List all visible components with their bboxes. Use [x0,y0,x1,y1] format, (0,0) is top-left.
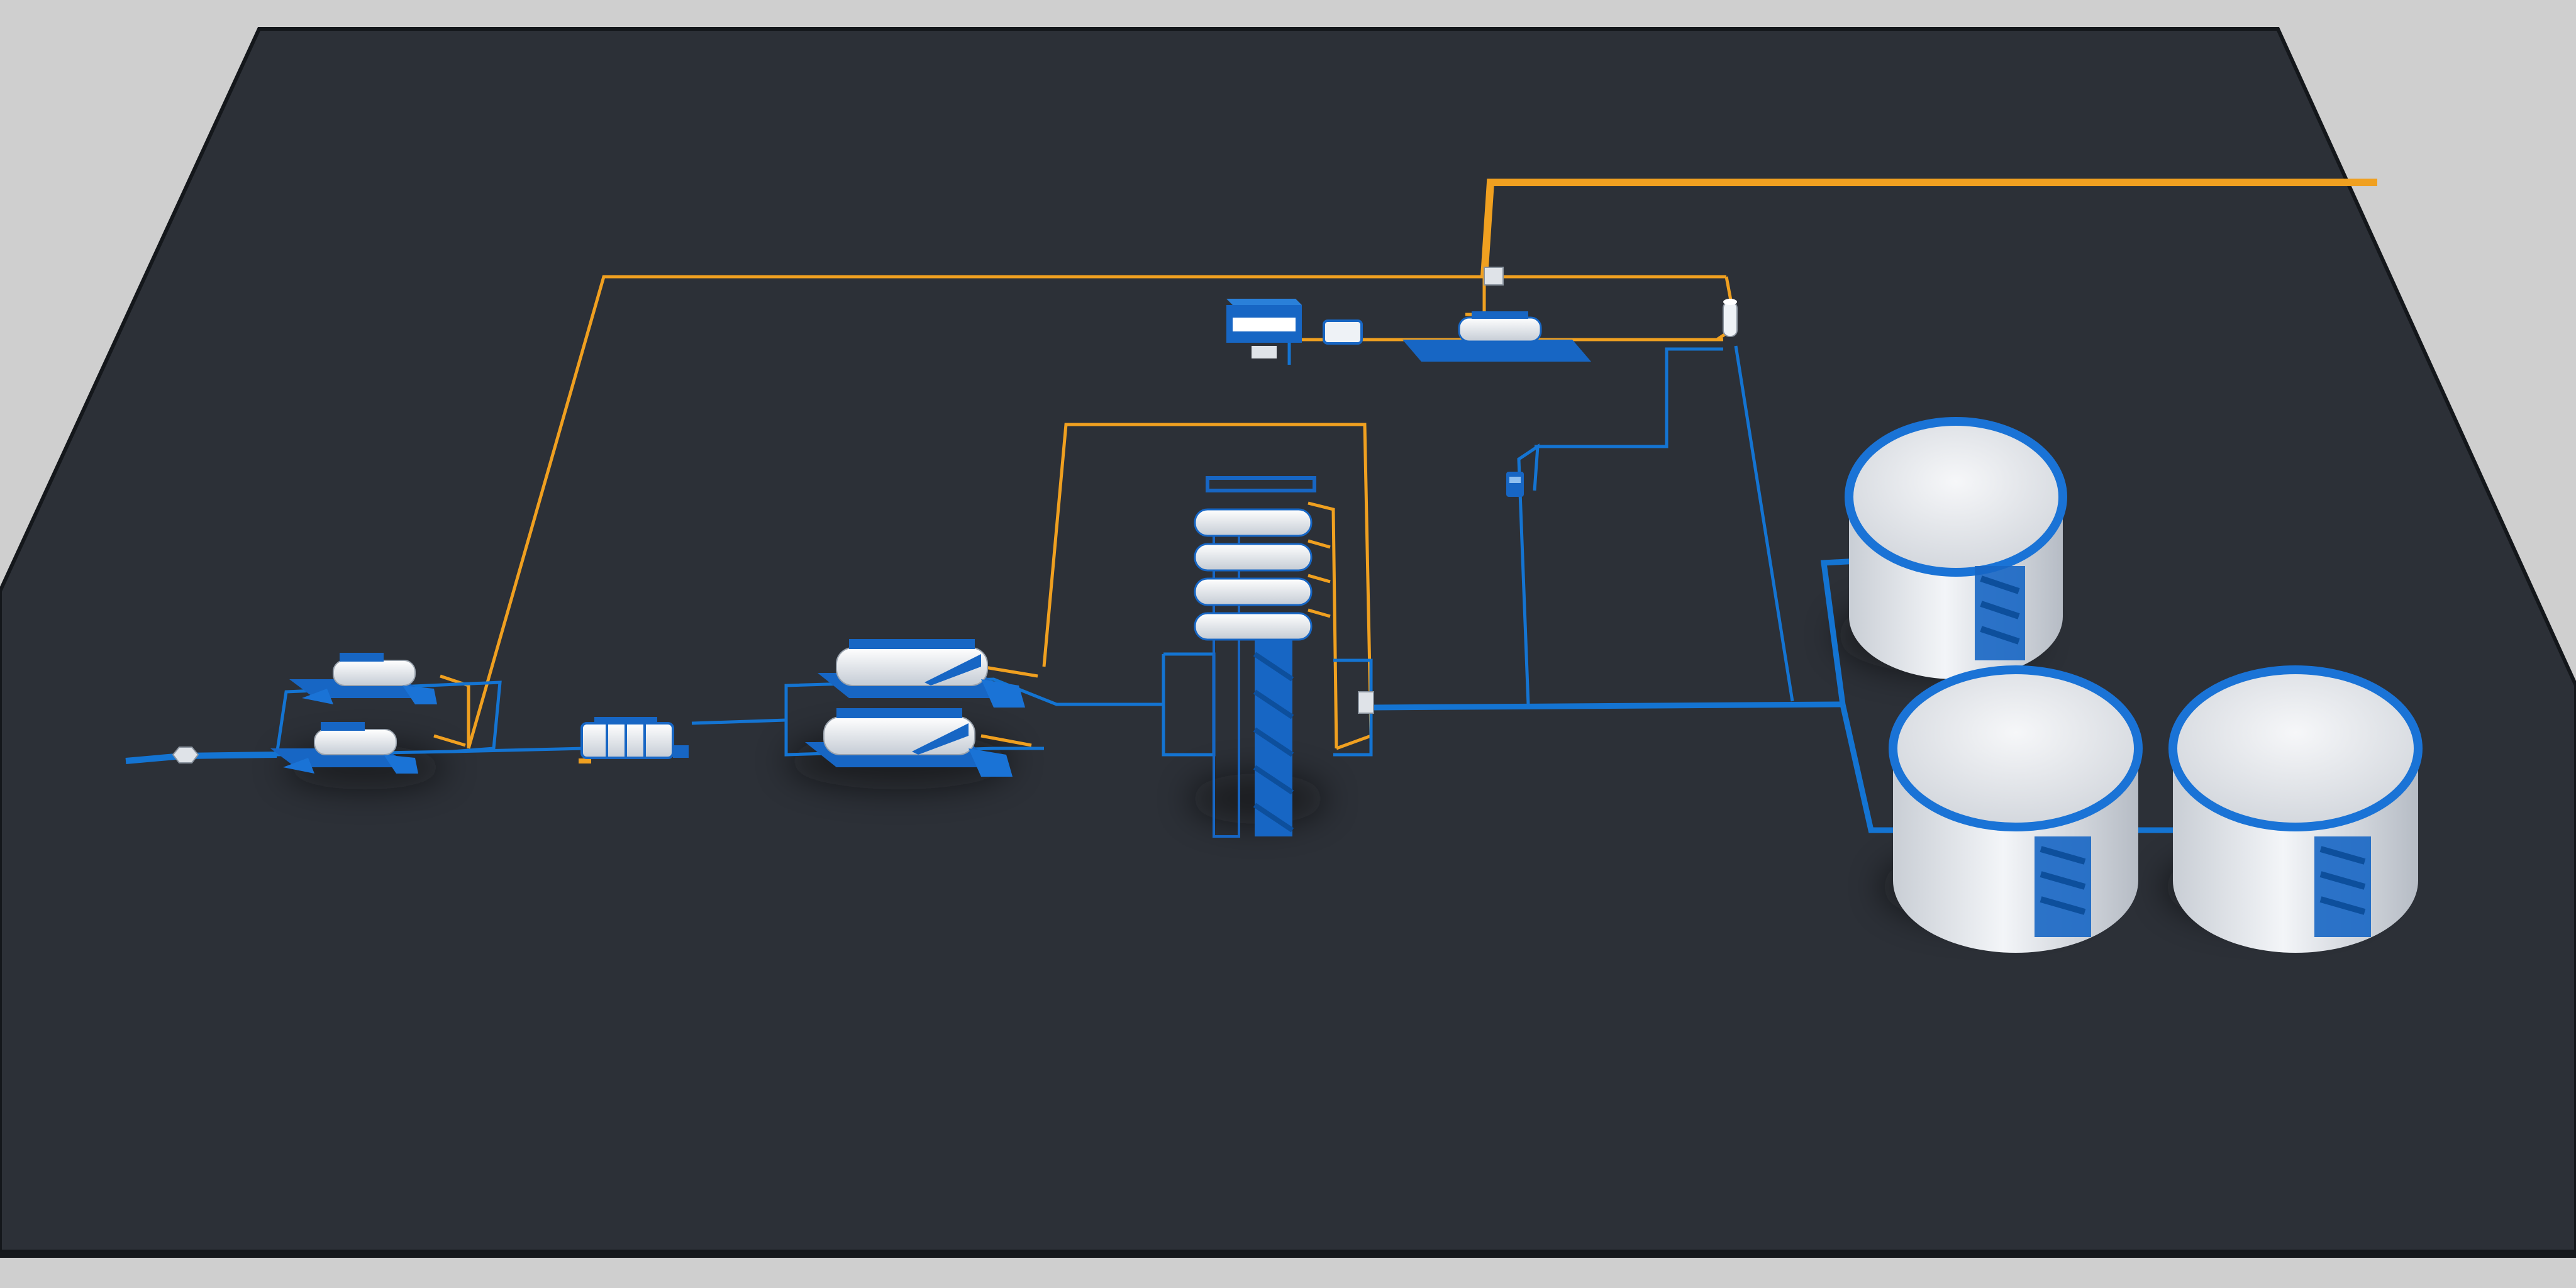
water-header-line [1370,701,1843,711]
meter-skid[interactable] [1323,319,1363,345]
storage-tank-3[interactable] [2168,665,2423,953]
pump-icon [1506,472,1524,497]
meter-skid-icon [1323,319,1363,345]
storage-tank-icon [2168,665,2423,953]
storage-tank-icon [1889,665,2143,953]
pump[interactable] [1506,472,1524,497]
flare-scrubber-icon [1723,299,1738,337]
flare-scrubber[interactable] [1723,299,1738,337]
inlet-valve-icon [172,747,199,763]
storage-tank-2[interactable] [1889,665,2143,953]
inlet-valve[interactable] [172,747,199,763]
storage-tank-icon [1845,417,2067,679]
storage-tank-1[interactable] [1845,417,2067,679]
plant-scene [0,27,2576,1258]
